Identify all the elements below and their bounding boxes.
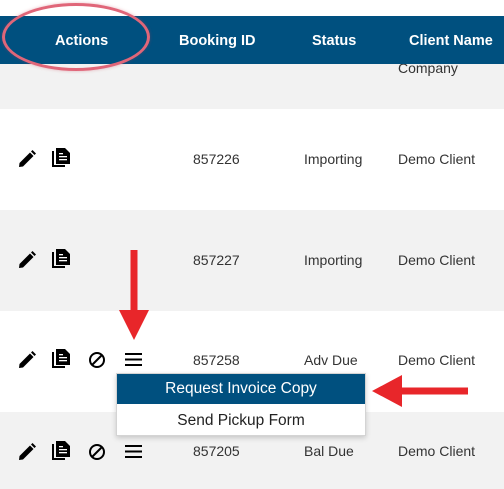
client-name-cell: Demo Client xyxy=(398,151,476,167)
status-cell: Importing xyxy=(304,252,363,268)
booking-id-cell: 857226 xyxy=(193,151,240,167)
header-client-name[interactable]: Client Name xyxy=(409,16,493,64)
pencil-icon[interactable] xyxy=(18,443,36,461)
annotation-oval xyxy=(2,3,150,71)
hamburger-menu-icon[interactable] xyxy=(125,352,142,367)
client-name-cell: Demo Client xyxy=(398,252,476,268)
table-row: 857227 Importing Demo Client xyxy=(0,210,504,311)
booking-id-cell: 857227 xyxy=(193,252,240,268)
client-name-cell: Demo Client xyxy=(398,443,476,459)
menu-item-send-pickup-form[interactable]: Send Pickup Form xyxy=(117,405,365,436)
copy-documents-icon[interactable] xyxy=(52,441,71,462)
status-cell: Bal Due xyxy=(304,443,354,459)
header-booking-id[interactable]: Booking ID xyxy=(179,16,256,64)
table-row: 857226 Importing Demo Client xyxy=(0,109,504,210)
copy-documents-icon[interactable] xyxy=(52,148,71,169)
annotation-arrow-down xyxy=(119,250,149,340)
pencil-icon[interactable] xyxy=(18,150,36,168)
status-cell: Importing xyxy=(304,151,363,167)
copy-documents-icon[interactable] xyxy=(52,349,71,370)
booking-id-cell: 857205 xyxy=(193,443,240,459)
cancel-circle-icon[interactable] xyxy=(88,351,106,369)
pencil-icon[interactable] xyxy=(18,251,36,269)
booking-id-cell: 857258 xyxy=(193,352,240,368)
pencil-icon[interactable] xyxy=(18,351,36,369)
hamburger-menu-icon[interactable] xyxy=(125,444,142,459)
cancel-circle-icon[interactable] xyxy=(88,443,106,461)
status-cell: Adv Due xyxy=(304,352,358,368)
client-name-cell: Demo Client xyxy=(398,352,476,368)
header-status[interactable]: Status xyxy=(312,16,356,64)
actions-dropdown-menu: Request Invoice Copy Send Pickup Form xyxy=(116,373,366,436)
menu-item-request-invoice-copy[interactable]: Request Invoice Copy xyxy=(117,374,365,404)
annotation-arrow-left xyxy=(372,375,468,407)
copy-documents-icon[interactable] xyxy=(52,249,71,270)
